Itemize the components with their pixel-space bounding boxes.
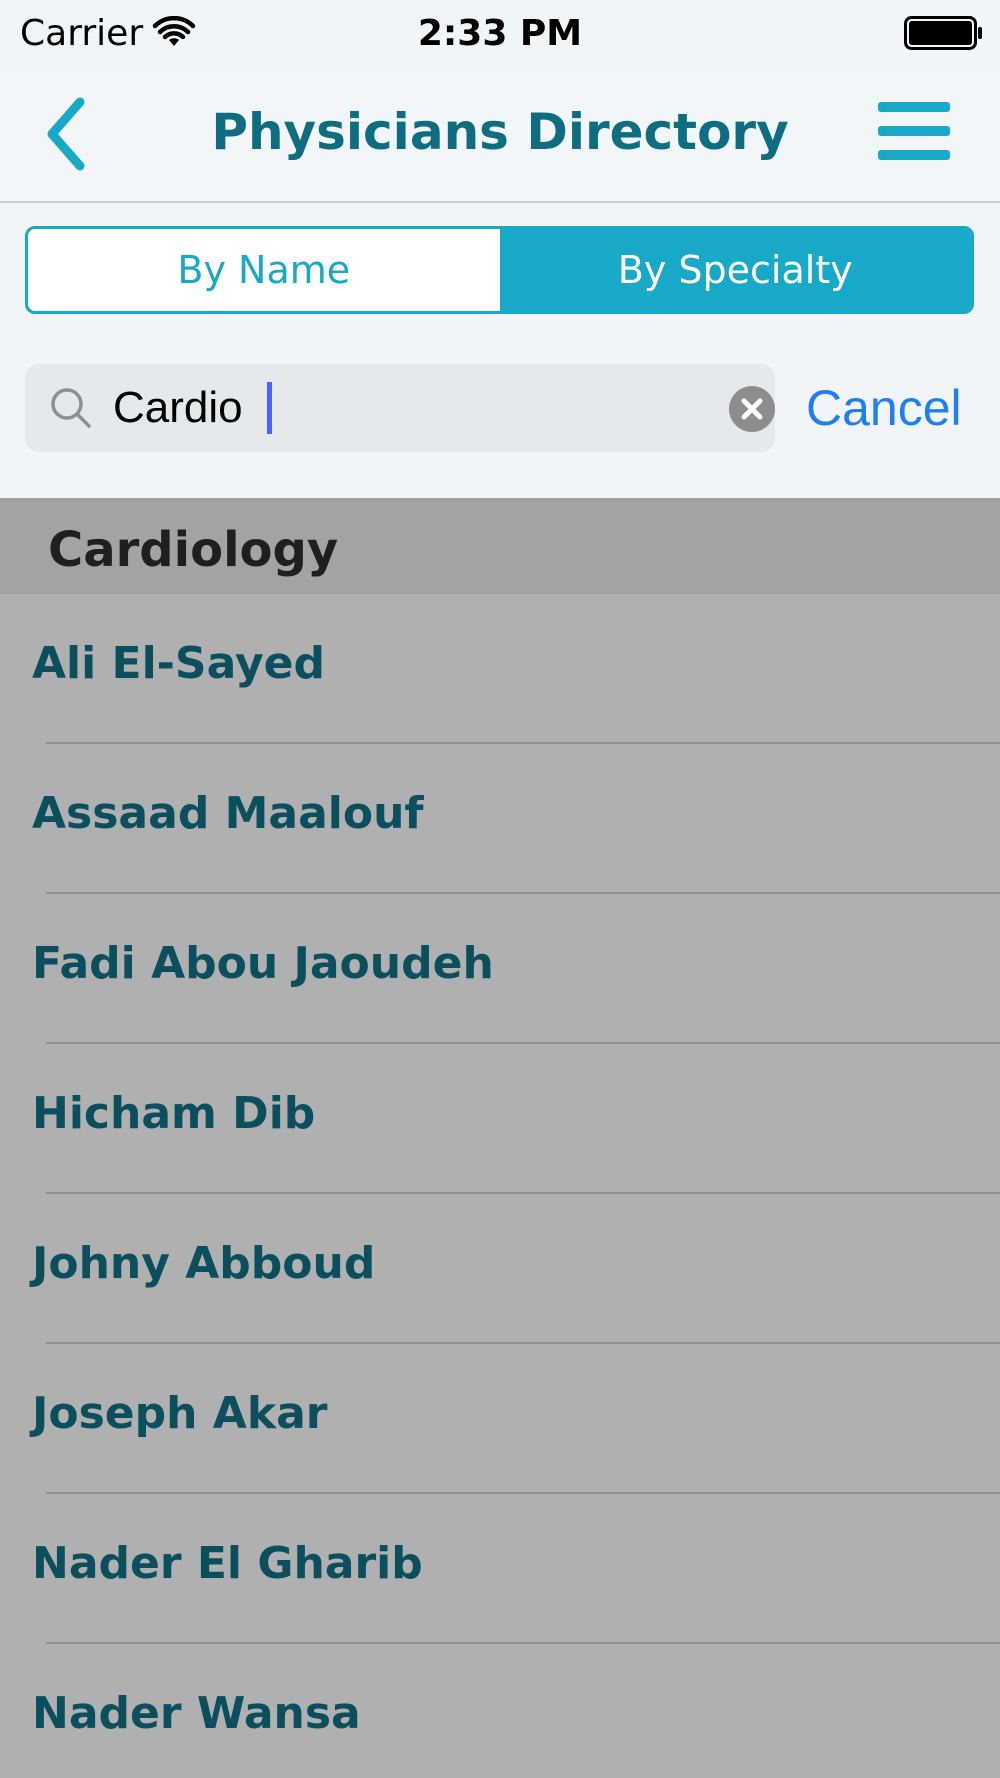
- physician-list: Ali El-Sayed Assaad Maalouf Fadi Abou Ja…: [0, 594, 1000, 1778]
- list-item[interactable]: Nader Wansa: [0, 1644, 1000, 1778]
- physician-name: Assaad Maalouf: [32, 788, 424, 839]
- search-input[interactable]: [113, 376, 613, 440]
- section-header: Cardiology: [0, 502, 1000, 594]
- physician-name: Nader El Gharib: [32, 1538, 423, 1589]
- chevron-left-icon: [47, 97, 85, 171]
- physician-name: Ali El-Sayed: [32, 638, 325, 689]
- search-results: Cardiology Ali El-Sayed Assaad Maalouf F…: [0, 498, 1000, 1778]
- clear-icon: [741, 398, 763, 420]
- battery-icon: [904, 16, 982, 50]
- status-time: 2:33 PM: [417, 13, 583, 54]
- app-screen: Carrier 2:33 PM Physicians Directory By …: [0, 0, 1000, 1778]
- hamburger-menu-icon: [878, 126, 950, 136]
- clear-search-button[interactable]: [729, 386, 775, 432]
- list-item[interactable]: Fadi Abou Jaoudeh: [0, 894, 1000, 1044]
- text-cursor: [267, 382, 272, 434]
- list-item[interactable]: Joseph Akar: [0, 1344, 1000, 1494]
- status-bar: Carrier 2:33 PM: [0, 0, 1000, 66]
- list-item[interactable]: Johny Abboud: [0, 1194, 1000, 1344]
- page-title: Physicians Directory: [211, 103, 789, 161]
- cancel-button[interactable]: Cancel: [806, 372, 986, 444]
- back-button[interactable]: [40, 94, 100, 174]
- navigation-bar: Physicians Directory: [0, 66, 1000, 203]
- list-item[interactable]: Hicham Dib: [0, 1044, 1000, 1194]
- search-mode-segmented-control: By Name By Specialty: [25, 226, 974, 314]
- list-item[interactable]: Assaad Maalouf: [0, 744, 1000, 894]
- list-item[interactable]: Nader El Gharib: [0, 1494, 1000, 1644]
- list-item[interactable]: Ali El-Sayed: [0, 594, 1000, 744]
- physician-name: Johny Abboud: [32, 1238, 376, 1289]
- physician-name: Nader Wansa: [32, 1688, 361, 1739]
- section-title: Cardiology: [48, 522, 339, 578]
- hamburger-menu-icon: [878, 150, 950, 160]
- physician-name: Hicham Dib: [32, 1088, 316, 1139]
- search-bar: [25, 364, 775, 452]
- hamburger-menu-icon: [878, 102, 950, 112]
- segment-by-name[interactable]: By Name: [28, 229, 500, 311]
- search-icon: [51, 388, 91, 428]
- physician-name: Fadi Abou Jaoudeh: [32, 938, 494, 989]
- menu-button[interactable]: [872, 102, 952, 162]
- physician-name: Joseph Akar: [32, 1388, 328, 1439]
- segment-by-specialty[interactable]: By Specialty: [499, 229, 971, 311]
